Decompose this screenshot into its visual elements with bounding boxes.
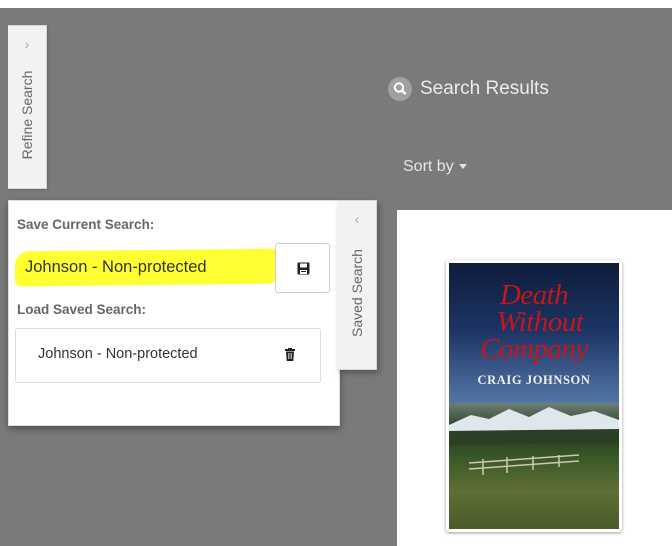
sort-by-dropdown[interactable]: Sort by [403,158,467,176]
save-search-input[interactable] [23,252,279,282]
save-search-row [15,242,331,294]
chevron-left-icon: ‹ [354,211,360,227]
saved-search-label: Saved Search [349,249,365,337]
save-search-button[interactable] [275,243,330,293]
refine-search-tab[interactable]: › Refine Search [8,25,47,189]
floppy-disk-icon [297,262,310,275]
saved-search-panel: Save Current Search: Load Saved Search: … [8,200,340,426]
saved-search-item[interactable]: Johnson - Non-protected [15,328,321,383]
search-icon [388,77,412,101]
book-cover[interactable]: Death Without Company CRAIG JOHNSON [446,260,622,532]
refine-search-label: Refine Search [19,70,35,160]
save-current-search-heading: Save Current Search: [17,217,155,232]
search-results-header: Search Results [388,76,549,102]
result-card: Death Without Company CRAIG JOHNSON [397,210,672,546]
cover-landscape [449,403,619,529]
load-saved-search-heading: Load Saved Search: [17,302,147,317]
trash-icon[interactable] [285,348,295,361]
cover-title-line: Company [480,333,588,365]
book-cover-art: Death Without Company CRAIG JOHNSON [449,263,619,529]
saved-search-item-label: Johnson - Non-protected [38,346,198,362]
saved-search-tab[interactable]: ‹ Saved Search [338,200,377,370]
chevron-right-icon: › [24,36,30,52]
cover-author: CRAIG JOHNSON [477,373,591,387]
caret-down-icon [458,164,467,170]
search-results-title: Search Results [420,78,549,99]
sort-by-label: Sort by [403,158,454,175]
